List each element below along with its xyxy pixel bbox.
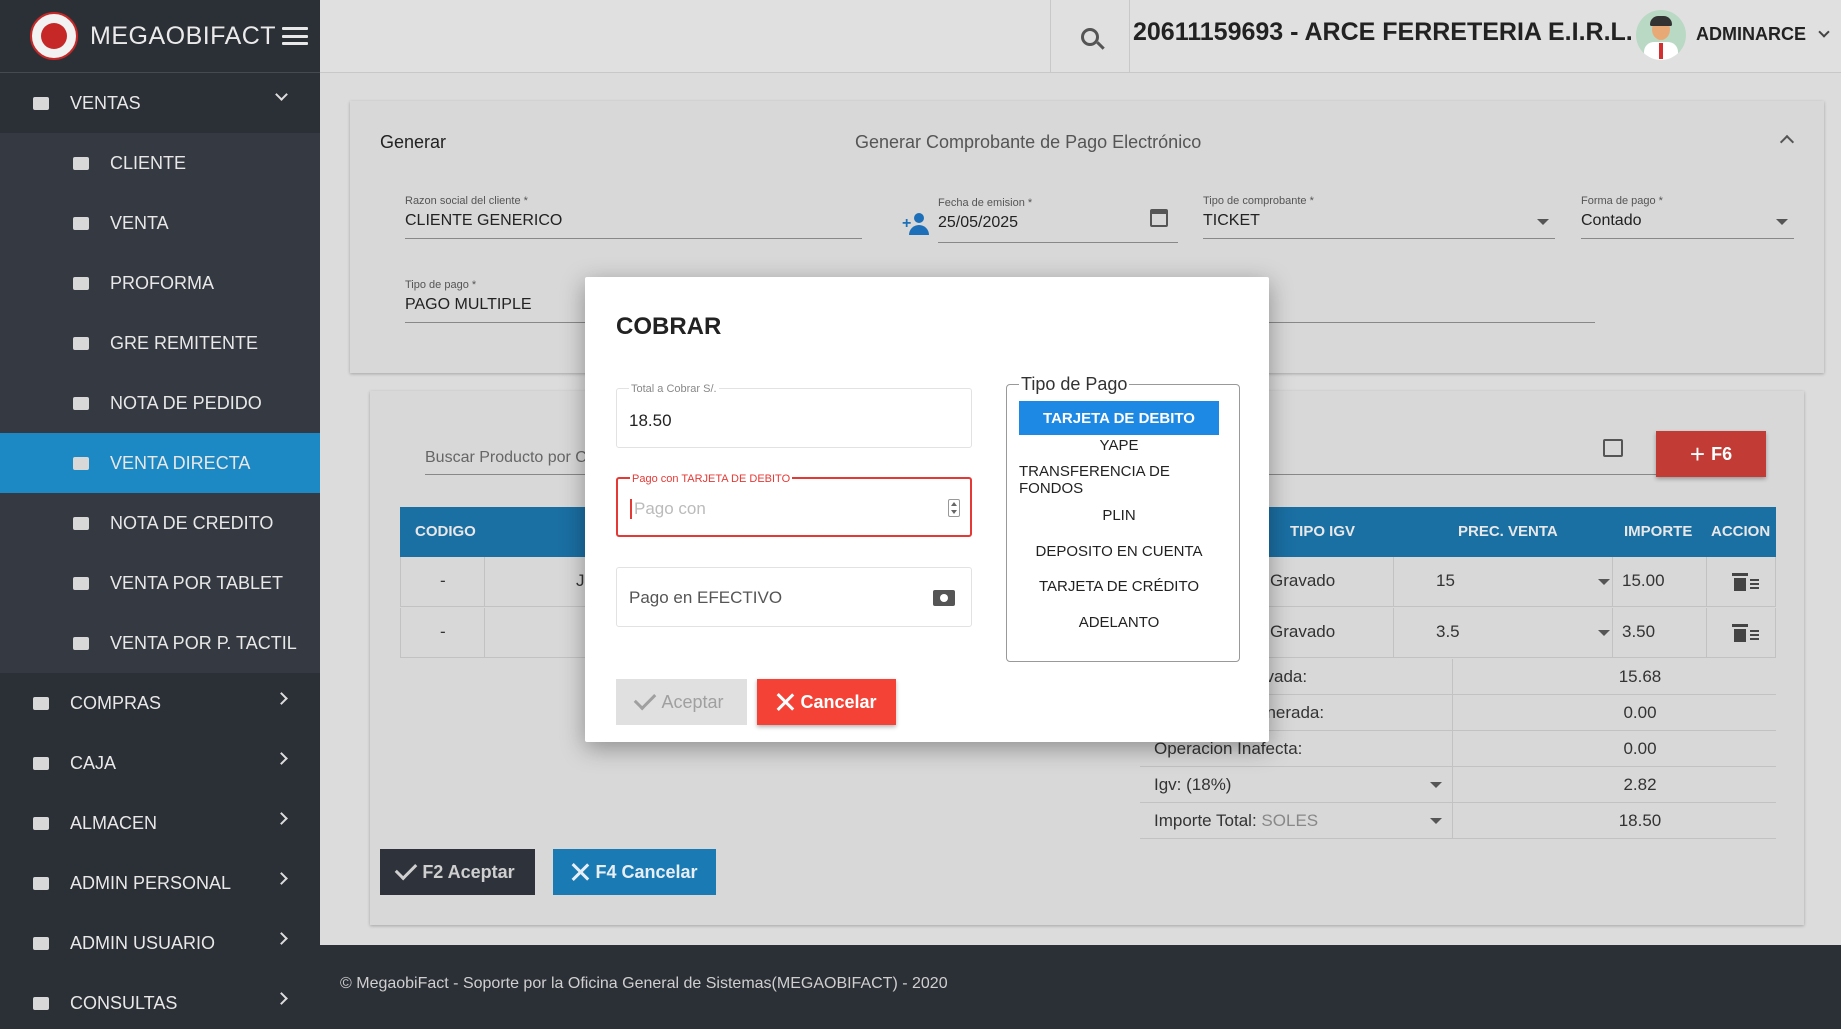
tipo-pago-group: Tipo de Pago TARJETA DE DEBITO YAPE TRAN… [1006, 374, 1240, 662]
total-cobrar-field: Total a Cobrar S/. 18.50 [616, 383, 972, 448]
tipo-pago-option-tarjeta-credito[interactable]: TARJETA DE CRÉDITO [1019, 569, 1219, 603]
tipo-pago-option-yape[interactable]: YAPE [1019, 428, 1219, 462]
pago-tarjeta-field[interactable]: Pago con TARJETA DE DEBITO [616, 473, 972, 537]
field-label: Pago con TARJETA DE DEBITO [630, 473, 793, 485]
pago-tarjeta-input[interactable] [630, 499, 930, 519]
group-legend: Tipo de Pago [1019, 374, 1130, 395]
cancel-button[interactable]: Cancelar [757, 679, 896, 725]
cobrar-dialog: COBRAR Total a Cobrar S/. 18.50 Pago con… [585, 277, 1269, 742]
field-label: Total a Cobrar S/. [629, 383, 719, 395]
cash-icon [933, 590, 955, 606]
number-stepper-icon[interactable] [948, 499, 960, 517]
pago-efectivo-field[interactable]: Pago en EFECTIVO [616, 567, 972, 627]
check-icon [634, 687, 657, 711]
button-label: Cancelar [800, 691, 877, 712]
tipo-pago-option-deposito[interactable]: DEPOSITO EN CUENTA [1019, 534, 1219, 568]
tipo-pago-option-transferencia[interactable]: TRANSFERENCIA DE FONDOS [1019, 463, 1219, 497]
field-placeholder: Pago en EFECTIVO [629, 588, 783, 607]
dialog-title: COBRAR [616, 313, 722, 340]
tipo-pago-option-adelanto[interactable]: ADELANTO [1019, 605, 1219, 639]
accept-button[interactable]: Aceptar [616, 679, 747, 725]
close-icon [776, 693, 794, 711]
field-value: 18.50 [629, 411, 672, 430]
tipo-pago-option-plin[interactable]: PLIN [1019, 498, 1219, 532]
button-label: Aceptar [661, 691, 724, 712]
